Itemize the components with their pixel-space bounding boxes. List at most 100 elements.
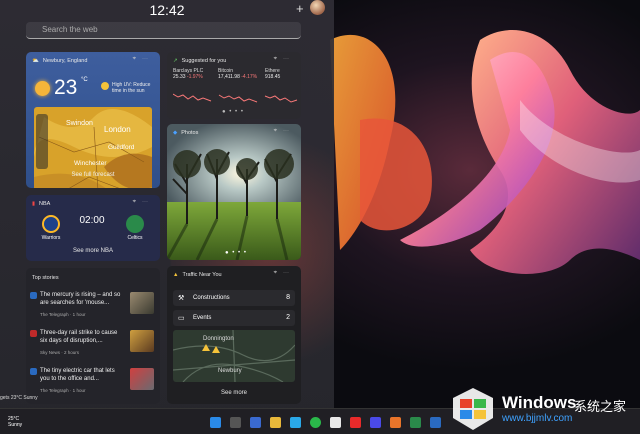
map-label: Guildford	[108, 144, 135, 151]
celtics-logo-icon	[126, 215, 144, 233]
chrome-icon[interactable]	[330, 417, 341, 428]
nba-icon: ▮	[32, 201, 36, 207]
stock-value: 918.45	[265, 74, 281, 80]
nba-widget[interactable]: ▮ NBA ⌖⋯ 02:00 Warriors Celtics See more …	[26, 195, 160, 261]
youtube-icon[interactable]	[350, 417, 361, 428]
app-icon[interactable]	[430, 417, 441, 428]
traffic-row-count: 2	[286, 314, 290, 321]
stocks-header: ↗ Suggested for you	[173, 58, 227, 64]
weather-menu-icon[interactable]: ⌖⋯	[133, 56, 154, 63]
page-dots: ● • • •	[225, 250, 247, 256]
panel-clock: 12:42	[149, 2, 185, 18]
traffic-row-constructions[interactable]: ⚒ Constructions 8	[173, 290, 295, 306]
stock-change: -4.17%	[241, 74, 258, 80]
watermark-brand: Windows	[502, 393, 577, 412]
stock-sparklines	[173, 93, 298, 103]
watermark-cn: 系统之家	[574, 399, 627, 414]
stock-value: 17,411.98	[218, 74, 240, 80]
traffic-row-label: Events	[193, 315, 212, 321]
start-button-icon[interactable]	[210, 417, 221, 428]
publisher-icon	[30, 330, 37, 337]
search-icon[interactable]	[230, 417, 241, 428]
stock-item[interactable]: Barclays PLC 25.33 -1.97%	[173, 68, 215, 80]
task-view-icon[interactable]	[250, 417, 261, 428]
story-thumbnail	[130, 368, 154, 390]
see-more-traffic-link[interactable]: See more	[167, 390, 301, 396]
stock-value: 25.33	[173, 74, 186, 80]
nba-menu-icon[interactable]: ⌖⋯	[133, 199, 154, 206]
story-thumbnail	[130, 292, 154, 314]
weather-alert: High UV: Reduce time in the sun	[112, 82, 151, 94]
map-label: Swindon	[66, 120, 93, 127]
photo-image	[167, 124, 301, 260]
map-legend-icons[interactable]	[36, 114, 48, 169]
weather-unit: °C	[81, 77, 88, 83]
file-explorer-icon[interactable]	[270, 417, 281, 428]
weather-widget[interactable]: ⛅ Newbury, England ⌖⋯ 23 °C High UV: Redu…	[26, 52, 160, 188]
publisher-icon	[30, 292, 37, 299]
add-widget-button[interactable]: +	[296, 1, 304, 16]
taskbar-weather[interactable]: 25°C Sunny	[8, 416, 22, 428]
story-source: Sky News · 2 hours	[40, 350, 80, 355]
status-text: gets 23°C Sunny	[0, 395, 38, 401]
traffic-menu-icon[interactable]: ⌖⋯	[274, 270, 295, 277]
see-full-forecast-link[interactable]: See full forecast	[26, 172, 160, 178]
photos-widget[interactable]: ◆ Photos ⌖⋯ ● • • •	[167, 124, 301, 260]
photos-icon: ◆	[173, 130, 178, 136]
team-away: Celtics	[127, 235, 143, 241]
stock-change: -1.97%	[186, 74, 203, 80]
construction-icon: ⚒	[178, 295, 185, 302]
traffic-widget[interactable]: ▲ Traffic Near You ⌖⋯ ⚒ Constructions 8 ▭…	[167, 266, 301, 404]
list-item[interactable]: The mercury is rising – and so are searc…	[30, 292, 156, 325]
traffic-row-count: 8	[286, 294, 290, 301]
uv-icon	[101, 82, 109, 90]
map-label: London	[104, 125, 131, 134]
app-icon[interactable]	[410, 417, 421, 428]
photos-menu-icon[interactable]: ⌖⋯	[274, 128, 295, 135]
traffic-row-label: Constructions	[193, 295, 230, 301]
sun-icon	[35, 81, 50, 96]
stock-item[interactable]: Ethere 918.45	[265, 68, 301, 80]
taskbar-weather-desc: Sunny	[8, 422, 23, 428]
app-icon[interactable]	[370, 417, 381, 428]
team-home: Warriors	[41, 235, 61, 241]
warriors-logo-icon	[42, 215, 60, 233]
story-source: The Telegraph · 1 hour	[40, 388, 86, 393]
see-more-nba-link[interactable]: See more NBA	[26, 248, 160, 254]
cloud-sun-icon: ⛅	[32, 58, 39, 64]
traffic-icon: ▲	[173, 272, 179, 278]
nba-score: 02:00	[79, 215, 105, 226]
story-title: The mercury is rising – and so are searc…	[40, 292, 121, 306]
nba-header: ▮ NBA	[32, 201, 51, 207]
windows-logo-icon	[453, 388, 493, 430]
story-thumbnail	[130, 330, 154, 352]
weather-header: ⛅ Newbury, England	[32, 58, 88, 64]
map-label: Winchester	[74, 160, 107, 167]
app-icon[interactable]	[390, 417, 401, 428]
list-item[interactable]: The tiny electric car that lets you to t…	[30, 368, 156, 401]
publisher-icon	[30, 368, 37, 375]
top-stories-widget[interactable]: Top stories The mercury is rising – and …	[26, 268, 160, 404]
avatar[interactable]	[310, 0, 325, 15]
search-input[interactable]: Search the web	[26, 22, 301, 39]
traffic-map[interactable]: Donnington Newbury	[173, 330, 295, 382]
top-stories-title: Top stories	[32, 275, 59, 281]
widgets-panel: 12:42 + Search the web ⛅ Newbury, England…	[0, 0, 334, 408]
stocks-widget[interactable]: ↗ Suggested for you ⌖⋯ Barclays PLC 25.33…	[167, 52, 301, 119]
story-source: The Telegraph · 1 hour	[40, 312, 86, 317]
list-item[interactable]: Three-day rail strike to cause six days …	[30, 330, 156, 363]
map-label: Donnington	[203, 336, 234, 342]
traffic-row-events[interactable]: ▭ Events 2	[173, 310, 295, 326]
edge-icon[interactable]	[290, 417, 301, 428]
map-label: Newbury	[218, 368, 242, 374]
watermark-url: www.bjjmlv.com	[502, 413, 573, 424]
traffic-header: ▲ Traffic Near You	[173, 272, 222, 278]
story-title: The tiny electric car that lets you to t…	[40, 368, 115, 382]
story-title: Three-day rail strike to cause six days …	[40, 330, 118, 344]
photos-header: ◆ Photos	[173, 130, 199, 136]
stock-item[interactable]: Bitcoin 17,411.98 -4.17%	[218, 68, 260, 80]
ticket-icon: ▭	[178, 315, 185, 322]
wallpaper-art	[330, 30, 640, 274]
stocks-menu-icon[interactable]: ⌖⋯	[274, 56, 295, 63]
whatsapp-icon[interactable]	[310, 417, 321, 428]
